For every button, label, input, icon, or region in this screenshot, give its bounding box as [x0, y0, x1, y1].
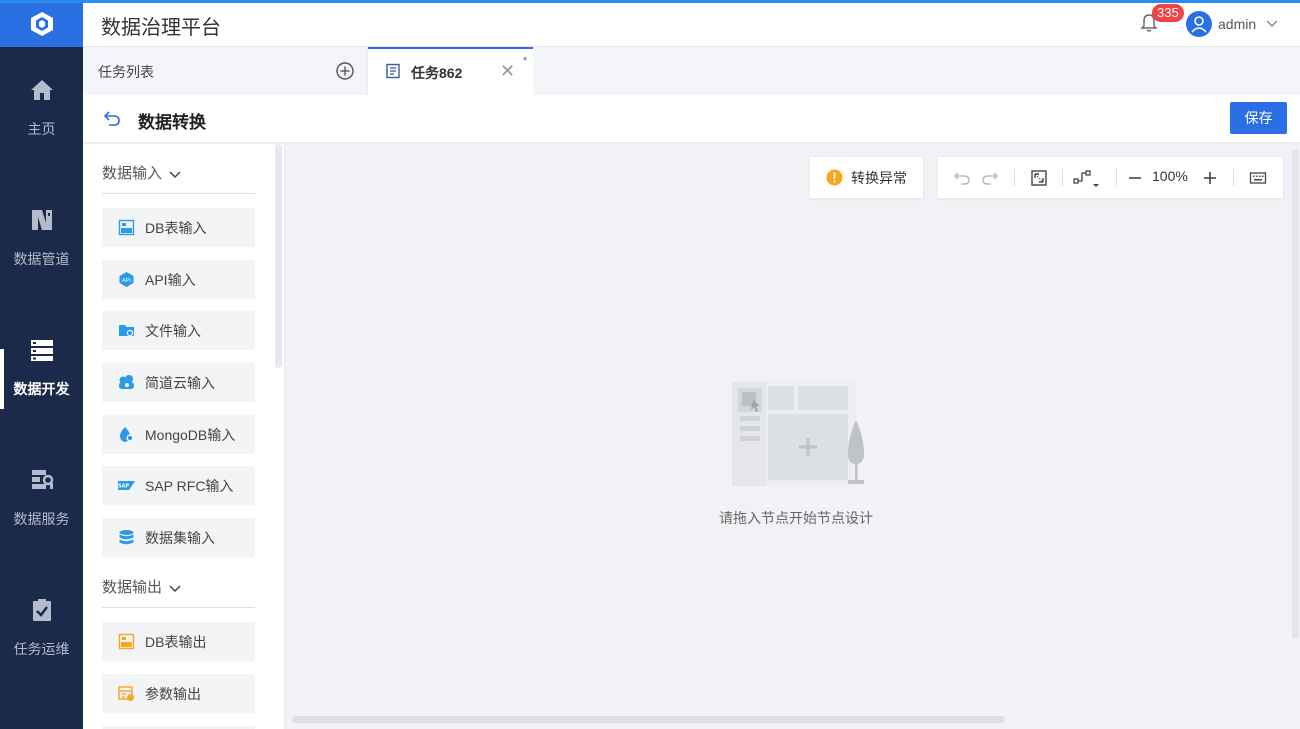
conversion-warning[interactable]: 转换异常 — [810, 157, 923, 198]
nav-item-home[interactable]: 主页 — [0, 47, 83, 167]
component-db-table-input[interactable]: DB表输入 — [102, 208, 255, 247]
mongodb-icon — [118, 426, 135, 443]
cube-logo-icon — [30, 11, 53, 36]
top-header: 数据治理平台 335 admin — [83, 3, 1300, 47]
warning-label: 转换异常 — [851, 169, 907, 186]
home-icon — [27, 75, 57, 105]
database-icon — [118, 529, 135, 546]
chevron-down-icon — [1266, 20, 1278, 27]
left-navigation: 主页 数据管道 数据开发 数据服务 任务运维 — [0, 0, 83, 729]
component-label: DB表输入 — [145, 219, 207, 236]
nav-item-label: 主页 — [27, 121, 56, 137]
keyboard-icon[interactable] — [1248, 168, 1268, 188]
component-param-output[interactable]: 参数输出 — [102, 674, 255, 713]
tab-label: 任务列表 — [98, 64, 154, 80]
component-label: 简道云输入 — [145, 374, 215, 391]
component-file-input[interactable]: 文件输入 — [102, 311, 255, 350]
component-label: API输入 — [145, 271, 196, 288]
user-name: admin — [1218, 16, 1257, 32]
sap-icon: SAP — [118, 477, 135, 494]
component-panel: 数据输入 DB表输入 API API输入 文件输入 简道云输入 MongoDB输… — [83, 144, 285, 729]
service-icon — [27, 465, 57, 495]
user-menu[interactable]: admin — [1186, 9, 1279, 39]
component-mongodb-input[interactable]: MongoDB输入 — [102, 415, 255, 454]
tab-task-list[interactable]: 任务列表 — [83, 47, 367, 95]
component-label: MongoDB输入 — [145, 426, 236, 443]
user-avatar-icon — [1186, 11, 1212, 37]
notification-badge: 335 — [1152, 4, 1184, 22]
tab-label: 任务862 — [411, 65, 463, 81]
component-label: 参数输出 — [145, 685, 201, 702]
add-circle-icon[interactable] — [335, 61, 355, 81]
folder-icon — [118, 322, 135, 339]
group-header-data-input[interactable]: 数据输入 — [102, 162, 255, 194]
component-label: 数据集输入 — [145, 529, 215, 546]
group-label: 数据输出 — [102, 579, 163, 596]
server-icon — [27, 335, 57, 365]
nav-item-data-pipeline[interactable]: 数据管道 — [0, 177, 83, 297]
page-title: 数据转换 — [138, 113, 206, 132]
group-header-data-output[interactable]: 数据输出 — [102, 576, 255, 608]
empty-canvas-illustration — [732, 380, 864, 486]
group-label: 数据输入 — [102, 165, 163, 182]
redo-icon[interactable] — [980, 168, 1000, 188]
document-icon — [386, 63, 400, 79]
component-api-input[interactable]: API API输入 — [102, 260, 255, 299]
nav-item-data-development[interactable]: 数据开发 — [0, 307, 83, 427]
warning-icon — [826, 169, 843, 186]
component-label: SAP RFC输入 — [145, 477, 234, 494]
empty-hint-text: 请拖入节点开始节点设计 — [719, 510, 873, 526]
save-button[interactable]: 保存 — [1230, 102, 1287, 134]
top-accent-bar — [0, 0, 1300, 3]
layout-icon[interactable] — [1072, 168, 1102, 188]
tab-task-862[interactable]: 任务862 ✕ * — [368, 47, 533, 95]
zoom-in-icon[interactable] — [1200, 168, 1220, 188]
modified-marker: * — [523, 55, 528, 67]
pipeline-icon — [27, 205, 57, 235]
param-output-icon — [118, 685, 135, 702]
undo-icon[interactable] — [952, 168, 972, 188]
tab-bar: 任务列表 任务862 ✕ * — [83, 47, 1300, 95]
component-label: DB表输出 — [145, 633, 207, 650]
back-arrow-icon[interactable] — [103, 109, 121, 127]
nav-item-label: 数据管道 — [13, 251, 70, 267]
design-canvas[interactable]: 转换异常 100% 请拖入节点开始节点设计 — [286, 144, 1300, 729]
component-sap-rfc-input[interactable]: SAP SAP RFC输入 — [102, 466, 255, 505]
toolbar-divider — [1116, 169, 1117, 186]
component-dataset-input[interactable]: 数据集输入 — [102, 518, 255, 557]
toolbar-divider — [1233, 169, 1234, 186]
zoom-level: 100% — [1152, 168, 1188, 184]
clipboard-check-icon — [27, 595, 57, 625]
component-label: 文件输入 — [145, 322, 201, 339]
chevron-down-icon — [169, 171, 181, 179]
nav-item-label: 任务运维 — [13, 641, 70, 657]
nav-item-label: 数据开发 — [13, 381, 70, 397]
jiandaoyun-icon — [118, 374, 135, 391]
db-output-icon — [118, 633, 135, 650]
nav-item-data-service[interactable]: 数据服务 — [0, 437, 83, 557]
toolbar-divider — [1062, 169, 1063, 186]
toolbar-divider — [1014, 169, 1015, 186]
canvas-horizontal-scrollbar[interactable] — [292, 716, 1005, 723]
nav-item-task-ops[interactable]: 任务运维 — [0, 567, 83, 687]
component-jiandaoyun-input[interactable]: 简道云输入 — [102, 363, 255, 402]
nav-item-label: 数据服务 — [13, 511, 70, 527]
fit-view-icon[interactable] — [1029, 168, 1049, 188]
zoom-out-icon[interactable] — [1125, 168, 1145, 188]
close-icon[interactable]: ✕ — [500, 62, 515, 80]
chevron-down-icon — [169, 585, 181, 593]
svg-text:API: API — [122, 278, 131, 284]
canvas-toolbar: 100% — [938, 157, 1283, 198]
component-db-table-output[interactable]: DB表输出 — [102, 622, 255, 661]
svg-text:SAP: SAP — [118, 484, 129, 490]
editor-header: 数据转换 保存 — [83, 95, 1300, 143]
db-table-icon — [118, 219, 135, 236]
api-icon: API — [118, 271, 135, 288]
canvas-vertical-scrollbar[interactable] — [1292, 149, 1299, 639]
app-logo[interactable] — [0, 0, 83, 47]
app-title: 数据治理平台 — [101, 17, 221, 39]
panel-scrollbar[interactable] — [275, 144, 282, 368]
